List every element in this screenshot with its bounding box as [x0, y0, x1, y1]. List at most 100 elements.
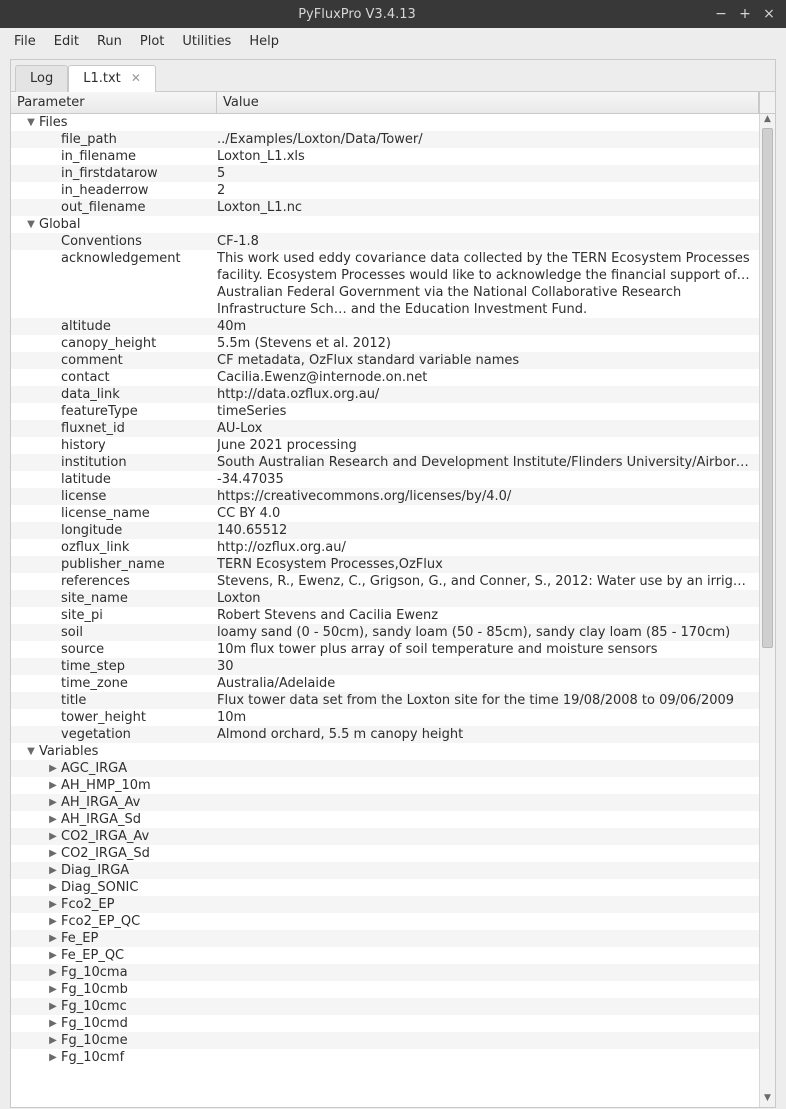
chevron-right-icon[interactable]: ▶	[47, 760, 59, 777]
chevron-right-icon[interactable]: ▶	[47, 913, 59, 930]
tree-var-Fe_EP_QC[interactable]: ▶Fe_EP_QC	[11, 947, 759, 964]
tree-var-AH_HMP_10m[interactable]: ▶AH_HMP_10m	[11, 777, 759, 794]
menu-plot[interactable]: Plot	[140, 34, 165, 49]
maximize-icon[interactable]: +	[736, 6, 754, 22]
chevron-right-icon[interactable]: ▶	[47, 930, 59, 947]
tree-leaf-in_firstdatarow[interactable]: in_firstdatarow5	[11, 165, 759, 182]
chevron-right-icon[interactable]: ▶	[47, 845, 59, 862]
tree-node-variables[interactable]: ▼Variables	[11, 743, 759, 760]
tree-leaf-in_filename[interactable]: in_filenameLoxton_L1.xls	[11, 148, 759, 165]
tree-leaf-contact[interactable]: contactCacilia.Ewenz@internode.on.net	[11, 369, 759, 386]
tree-var-Fg_10cma[interactable]: ▶Fg_10cma	[11, 964, 759, 981]
chevron-right-icon[interactable]: ▶	[47, 981, 59, 998]
chevron-right-icon[interactable]: ▶	[47, 947, 59, 964]
tree-var-AH_IRGA_Sd[interactable]: ▶AH_IRGA_Sd	[11, 811, 759, 828]
chevron-right-icon[interactable]: ▶	[47, 794, 59, 811]
tree-leaf-publisher_name[interactable]: publisher_nameTERN Ecosystem Processes,O…	[11, 556, 759, 573]
tree-node-files[interactable]: ▼Files	[11, 114, 759, 131]
tree-leaf-acknowledgement[interactable]: acknowledgementThis work used eddy covar…	[11, 250, 759, 318]
chevron-down-icon[interactable]: ▼	[25, 114, 37, 131]
tree-leaf-data_link[interactable]: data_linkhttp://data.ozflux.org.au/	[11, 386, 759, 403]
chevron-down-icon[interactable]: ▼	[25, 743, 37, 760]
chevron-right-icon[interactable]: ▶	[47, 828, 59, 845]
param-label: site_name	[61, 590, 128, 607]
tree-leaf-site_name[interactable]: site_nameLoxton	[11, 590, 759, 607]
vertical-scrollbar[interactable]: ▲ ▼	[759, 114, 775, 1107]
tree-leaf-time_zone[interactable]: time_zoneAustralia/Adelaide	[11, 675, 759, 692]
tree-var-Diag_IRGA[interactable]: ▶Diag_IRGA	[11, 862, 759, 879]
tree-leaf-source[interactable]: source10m flux tower plus array of soil …	[11, 641, 759, 658]
tree-leaf-history[interactable]: historyJune 2021 processing	[11, 437, 759, 454]
tree-leaf-soil[interactable]: soilloamy sand (0 - 50cm), sandy loam (5…	[11, 624, 759, 641]
chevron-right-icon[interactable]: ▶	[47, 879, 59, 896]
chevron-down-icon[interactable]: ▼	[25, 216, 37, 233]
tree-leaf-references[interactable]: referencesStevens, R., Ewenz, C., Grigso…	[11, 573, 759, 590]
tree-leaf-canopy_height[interactable]: canopy_height5.5m (Stevens et al. 2012)	[11, 335, 759, 352]
tree-var-AGC_IRGA[interactable]: ▶AGC_IRGA	[11, 760, 759, 777]
chevron-right-icon[interactable]: ▶	[47, 1015, 59, 1032]
tree-leaf-out_filename[interactable]: out_filenameLoxton_L1.nc	[11, 199, 759, 216]
chevron-right-icon[interactable]: ▶	[47, 811, 59, 828]
tree-var-Fg_10cmb[interactable]: ▶Fg_10cmb	[11, 981, 759, 998]
chevron-right-icon[interactable]: ▶	[47, 998, 59, 1015]
tree-leaf-in_headerrow[interactable]: in_headerrow 2	[11, 182, 759, 199]
column-value[interactable]: Value	[217, 92, 759, 113]
tree-leaf-Conventions[interactable]: ConventionsCF-1.8	[11, 233, 759, 250]
tree-leaf-fluxnet_id[interactable]: fluxnet_idAU-Lox	[11, 420, 759, 437]
param-label: in_headerrow	[61, 182, 149, 199]
chevron-right-icon[interactable]: ▶	[47, 862, 59, 879]
tree-var-Fco2_EP_QC[interactable]: ▶Fco2_EP_QC	[11, 913, 759, 930]
tree-leaf-site_pi[interactable]: site_piRobert Stevens and Cacilia Ewenz	[11, 607, 759, 624]
tree-leaf-license_name[interactable]: license_nameCC BY 4.0	[11, 505, 759, 522]
menu-help[interactable]: Help	[249, 34, 279, 49]
tab-close-icon[interactable]: ✕	[131, 71, 141, 85]
tree-var-CO2_IRGA_Av[interactable]: ▶CO2_IRGA_Av	[11, 828, 759, 845]
menu-file[interactable]: File	[14, 34, 36, 49]
tree-leaf-time_step[interactable]: time_step30	[11, 658, 759, 675]
tree-var-CO2_IRGA_Sd[interactable]: ▶CO2_IRGA_Sd	[11, 845, 759, 862]
chevron-right-icon[interactable]: ▶	[47, 1032, 59, 1049]
tree-var-Fco2_EP[interactable]: ▶Fco2_EP	[11, 896, 759, 913]
tree-leaf-longitude[interactable]: longitude140.65512	[11, 522, 759, 539]
app-frame: Log L1.txt ✕ Parameter Value ▼Filesfile_…	[10, 59, 776, 1108]
tree-leaf-ozflux_link[interactable]: ozflux_linkhttp://ozflux.org.au/	[11, 539, 759, 556]
tree-leaf-title[interactable]: titleFlux tower data set from the Loxton…	[11, 692, 759, 709]
tree-leaf-vegetation[interactable]: vegetationAlmond orchard, 5.5 m canopy h…	[11, 726, 759, 743]
tree-var-AH_IRGA_Av[interactable]: ▶AH_IRGA_Av	[11, 794, 759, 811]
tree-body[interactable]: ▼Filesfile_path../Examples/Loxton/Data/T…	[11, 114, 759, 1107]
tab-log[interactable]: Log	[15, 65, 68, 92]
value-cell: 2	[217, 182, 759, 199]
chevron-right-icon[interactable]: ▶	[47, 964, 59, 981]
chevron-right-icon[interactable]: ▶	[47, 896, 59, 913]
tree-leaf-tower_height[interactable]: tower_height10m	[11, 709, 759, 726]
tree-leaf-comment[interactable]: commentCF metadata, OzFlux standard vari…	[11, 352, 759, 369]
value-cell: Robert Stevens and Cacilia Ewenz	[217, 607, 759, 624]
tree-leaf-featureType[interactable]: featureTypetimeSeries	[11, 403, 759, 420]
tree-var-Fg_10cmc[interactable]: ▶Fg_10cmc	[11, 998, 759, 1015]
value-cell: Cacilia.Ewenz@internode.on.net	[217, 369, 759, 386]
tree-leaf-latitude[interactable]: latitude-34.47035	[11, 471, 759, 488]
scroll-down-icon[interactable]: ▼	[760, 1093, 775, 1107]
tree-var-Fg_10cme[interactable]: ▶Fg_10cme	[11, 1032, 759, 1049]
tree-leaf-file_path[interactable]: file_path../Examples/Loxton/Data/Tower/	[11, 131, 759, 148]
menu-utilities[interactable]: Utilities	[182, 34, 231, 49]
tab-l1txt[interactable]: L1.txt ✕	[68, 65, 156, 92]
menu-edit[interactable]: Edit	[54, 34, 79, 49]
scroll-up-icon[interactable]: ▲	[760, 114, 775, 128]
scroll-thumb[interactable]	[762, 128, 773, 648]
tree-var-Diag_SONIC[interactable]: ▶Diag_SONIC	[11, 879, 759, 896]
minimize-icon[interactable]: −	[712, 6, 730, 22]
tree-leaf-institution[interactable]: institutionSouth Australian Research and…	[11, 454, 759, 471]
chevron-right-icon[interactable]: ▶	[47, 777, 59, 794]
tree-node-global[interactable]: ▼Global	[11, 216, 759, 233]
tree-var-Fg_10cmd[interactable]: ▶Fg_10cmd	[11, 1015, 759, 1032]
tree-leaf-altitude[interactable]: altitude40m	[11, 318, 759, 335]
close-icon[interactable]: ×	[760, 6, 778, 22]
column-parameter[interactable]: Parameter	[11, 92, 217, 113]
param-label: source	[61, 641, 104, 658]
menu-run[interactable]: Run	[97, 34, 122, 49]
tree-leaf-license[interactable]: licensehttps://creativecommons.org/licen…	[11, 488, 759, 505]
tree-var-Fe_EP[interactable]: ▶Fe_EP	[11, 930, 759, 947]
chevron-right-icon[interactable]: ▶	[47, 1049, 59, 1066]
tree-var-Fg_10cmf[interactable]: ▶Fg_10cmf	[11, 1049, 759, 1066]
